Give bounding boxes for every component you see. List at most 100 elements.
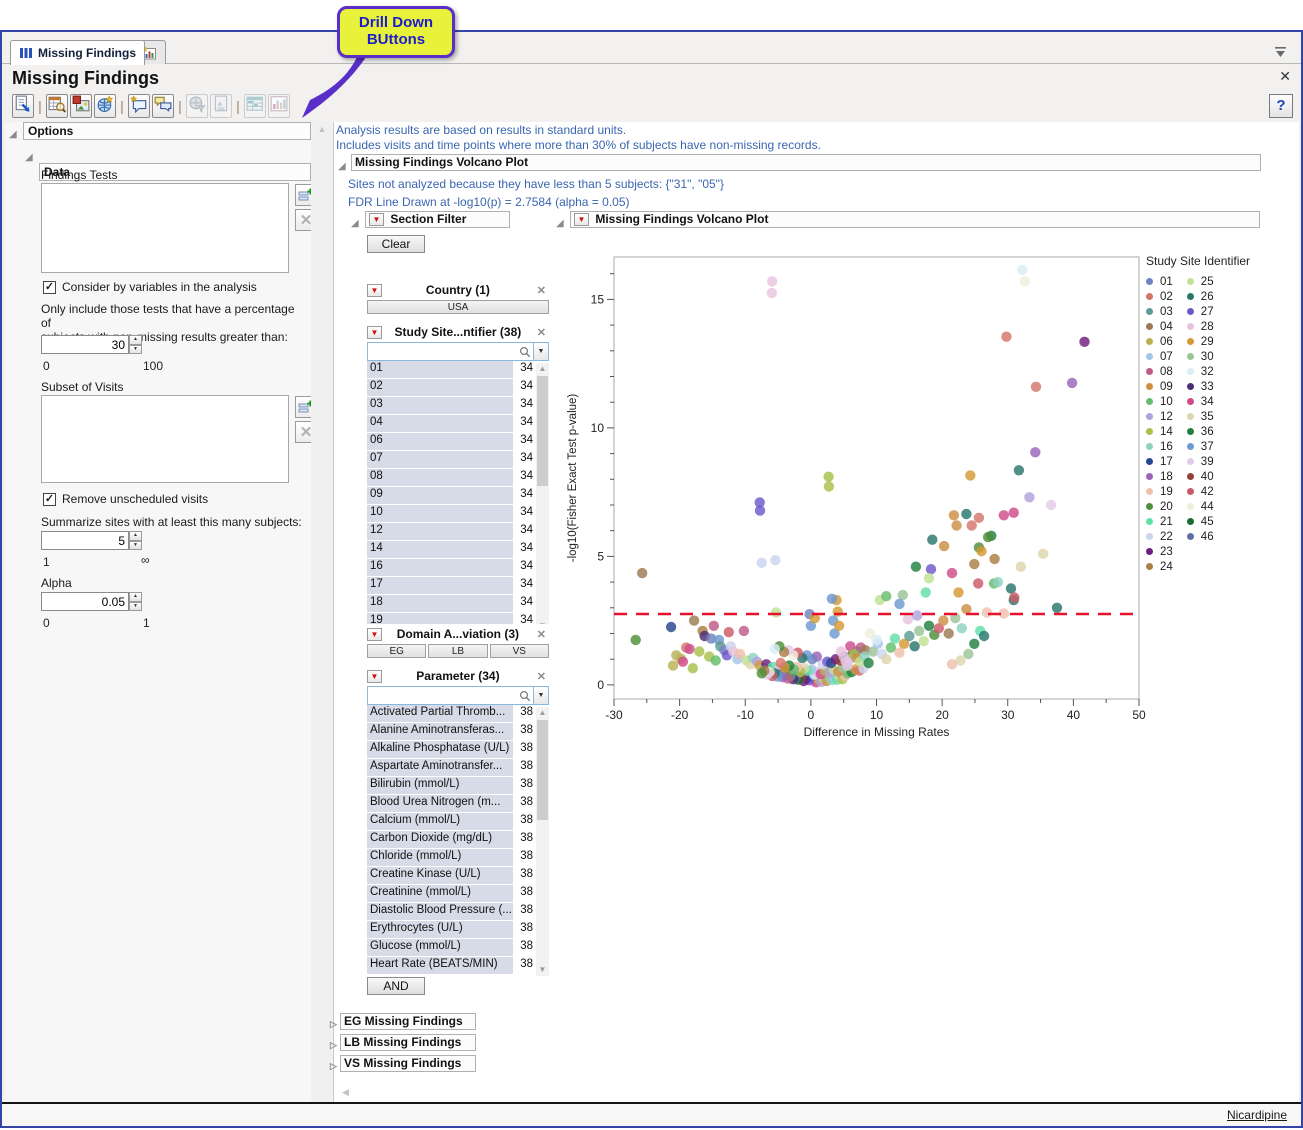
- collapsed-triangle-icon[interactable]: ▷: [330, 1017, 337, 1032]
- site-row[interactable]: 0134: [367, 361, 549, 378]
- site-row[interactable]: 1734: [367, 577, 549, 594]
- legend-item[interactable]: 19: [1146, 484, 1173, 499]
- close-icon[interactable]: ✕: [1279, 68, 1291, 85]
- legend-item[interactable]: 06: [1146, 334, 1173, 349]
- legend-item[interactable]: 24: [1146, 559, 1173, 574]
- legend-item[interactable]: 32: [1187, 364, 1214, 379]
- section-lb-missing-findings[interactable]: ▷LB Missing Findings: [340, 1034, 476, 1051]
- parameter-row[interactable]: Diastolic Blood Pressure (...38: [367, 903, 549, 920]
- close-filter-icon[interactable]: ✕: [534, 326, 549, 339]
- site-row[interactable]: 0834: [367, 469, 549, 486]
- save-image-button[interactable]: [70, 94, 92, 118]
- legend-item[interactable]: 40: [1187, 469, 1214, 484]
- spin-down-icon[interactable]: ▼: [129, 345, 142, 355]
- volcano-section-header[interactable]: Missing Findings Volcano Plot: [351, 154, 1261, 171]
- alpha-spinner[interactable]: ▲▼: [129, 592, 142, 611]
- close-filter-icon[interactable]: ✕: [534, 670, 549, 683]
- tab-missing-findings[interactable]: Missing Findings: [10, 40, 145, 65]
- parameter-row[interactable]: Carbon Dioxide (mg/dL)38: [367, 831, 549, 848]
- scroll-up-icon[interactable]: ▲: [536, 363, 549, 375]
- legend-item[interactable]: 36: [1187, 424, 1214, 439]
- checkbox-checked-icon[interactable]: ✓: [43, 493, 56, 506]
- left-panel-scrollbar[interactable]: ▲ ▼: [313, 122, 331, 1122]
- legend-item[interactable]: 14: [1146, 424, 1173, 439]
- legend-item[interactable]: 46: [1187, 529, 1214, 544]
- legend-item[interactable]: 45: [1187, 514, 1214, 529]
- site-row[interactable]: 0334: [367, 397, 549, 414]
- site-row[interactable]: 0934: [367, 487, 549, 504]
- site-row[interactable]: 0434: [367, 415, 549, 432]
- scroll-up-icon[interactable]: ▲: [536, 707, 549, 719]
- parameter-row[interactable]: Aspartate Aminotransfer...38: [367, 759, 549, 776]
- legend-item[interactable]: 09: [1146, 379, 1173, 394]
- legend-item[interactable]: 44: [1187, 499, 1214, 514]
- remove-tests-button[interactable]: ✕: [295, 209, 311, 231]
- consider-checkbox-row[interactable]: ✓ Consider by variables in the analysis: [43, 280, 257, 294]
- legend-item[interactable]: 23: [1146, 544, 1173, 559]
- legend-item[interactable]: 27: [1187, 304, 1214, 319]
- legend-item[interactable]: 26: [1187, 289, 1214, 304]
- parameter-row[interactable]: Alkaline Phosphatase (U/L)38: [367, 741, 549, 758]
- parameter-row[interactable]: Calcium (mmol/L)38: [367, 813, 549, 830]
- red-menu-icon[interactable]: ▼: [367, 284, 382, 297]
- volcano-panel-header[interactable]: ▼ Missing Findings Volcano Plot: [570, 211, 1260, 228]
- collapsed-triangle-icon[interactable]: ▷: [330, 1059, 337, 1074]
- findings-tests-listbox[interactable]: [41, 183, 289, 273]
- report-run-button[interactable]: [12, 94, 34, 118]
- legend-item[interactable]: 37: [1187, 439, 1214, 454]
- add-visits-button[interactable]: [295, 396, 311, 418]
- collapsed-triangle-icon[interactable]: ▷: [330, 1038, 337, 1053]
- close-filter-icon[interactable]: ✕: [534, 628, 549, 641]
- legend-item[interactable]: 18: [1146, 469, 1173, 484]
- remove-visits-button[interactable]: ✕: [295, 421, 311, 443]
- percentage-spinner[interactable]: ▲▼: [129, 335, 142, 354]
- clear-button[interactable]: Clear: [367, 235, 425, 253]
- domain-value-eg[interactable]: EG: [367, 644, 426, 658]
- new-note-button[interactable]: [128, 94, 150, 118]
- site-row[interactable]: 1234: [367, 523, 549, 540]
- legend-item[interactable]: 07: [1146, 349, 1173, 364]
- parameter-list-scrollbar[interactable]: ▲ ▼: [536, 707, 549, 976]
- site-row[interactable]: 0234: [367, 379, 549, 396]
- country-value-usa[interactable]: USA: [367, 300, 549, 314]
- legend-item[interactable]: 02: [1146, 289, 1173, 304]
- legend-item[interactable]: 34: [1187, 394, 1214, 409]
- scroll-left-icon[interactable]: ◀: [342, 1087, 349, 1098]
- parameter-row[interactable]: Creatinine (mmol/L)38: [367, 885, 549, 902]
- legend-item[interactable]: 39: [1187, 454, 1214, 469]
- legend-item[interactable]: 10: [1146, 394, 1173, 409]
- parameter-row[interactable]: Blood Urea Nitrogen (m...38: [367, 795, 549, 812]
- subset-visits-listbox[interactable]: [41, 395, 289, 483]
- legend-item[interactable]: 28: [1187, 319, 1214, 334]
- percentage-input[interactable]: [41, 335, 129, 354]
- options-header[interactable]: Options: [23, 122, 311, 140]
- parameter-list[interactable]: Activated Partial Thromb...38Alanine Ami…: [367, 705, 549, 974]
- spin-up-icon[interactable]: ▲: [129, 335, 142, 345]
- parameter-row[interactable]: Chloride (mmol/L)38: [367, 849, 549, 866]
- parameter-search-input[interactable]: [367, 686, 534, 705]
- parameter-row[interactable]: Activated Partial Thromb...38: [367, 705, 549, 722]
- review-notes-button[interactable]: [152, 94, 174, 118]
- close-filter-icon[interactable]: ✕: [534, 284, 549, 297]
- legend-item[interactable]: 12: [1146, 409, 1173, 424]
- scroll-down-icon[interactable]: ▼: [536, 964, 549, 976]
- legend-item[interactable]: 30: [1187, 349, 1214, 364]
- site-row[interactable]: 0634: [367, 433, 549, 450]
- and-button[interactable]: AND: [367, 977, 425, 995]
- spin-down-icon[interactable]: ▼: [129, 602, 142, 612]
- study-link[interactable]: Nicardipine: [1227, 1108, 1287, 1122]
- site-row[interactable]: 1634: [367, 559, 549, 576]
- section-vs-missing-findings[interactable]: ▷VS Missing Findings: [340, 1055, 476, 1072]
- legend-item[interactable]: 08: [1146, 364, 1173, 379]
- legend-item[interactable]: 29: [1187, 334, 1214, 349]
- parameter-row[interactable]: Erythrocytes (U/L)38: [367, 921, 549, 938]
- collapse-options-icon[interactable]: ◢: [9, 129, 21, 140]
- domain-value-lb[interactable]: LB: [428, 644, 487, 658]
- publish-web-button[interactable]: [94, 94, 116, 118]
- parameter-row[interactable]: Bilirubin (mmol/L)38: [367, 777, 549, 794]
- parameter-row[interactable]: Creatine Kinase (U/L)38: [367, 867, 549, 884]
- site-row[interactable]: 1434: [367, 541, 549, 558]
- legend-item[interactable]: 25: [1187, 274, 1214, 289]
- legend-item[interactable]: 22: [1146, 529, 1173, 544]
- parameter-row[interactable]: Alanine Aminotransferas...38: [367, 723, 549, 740]
